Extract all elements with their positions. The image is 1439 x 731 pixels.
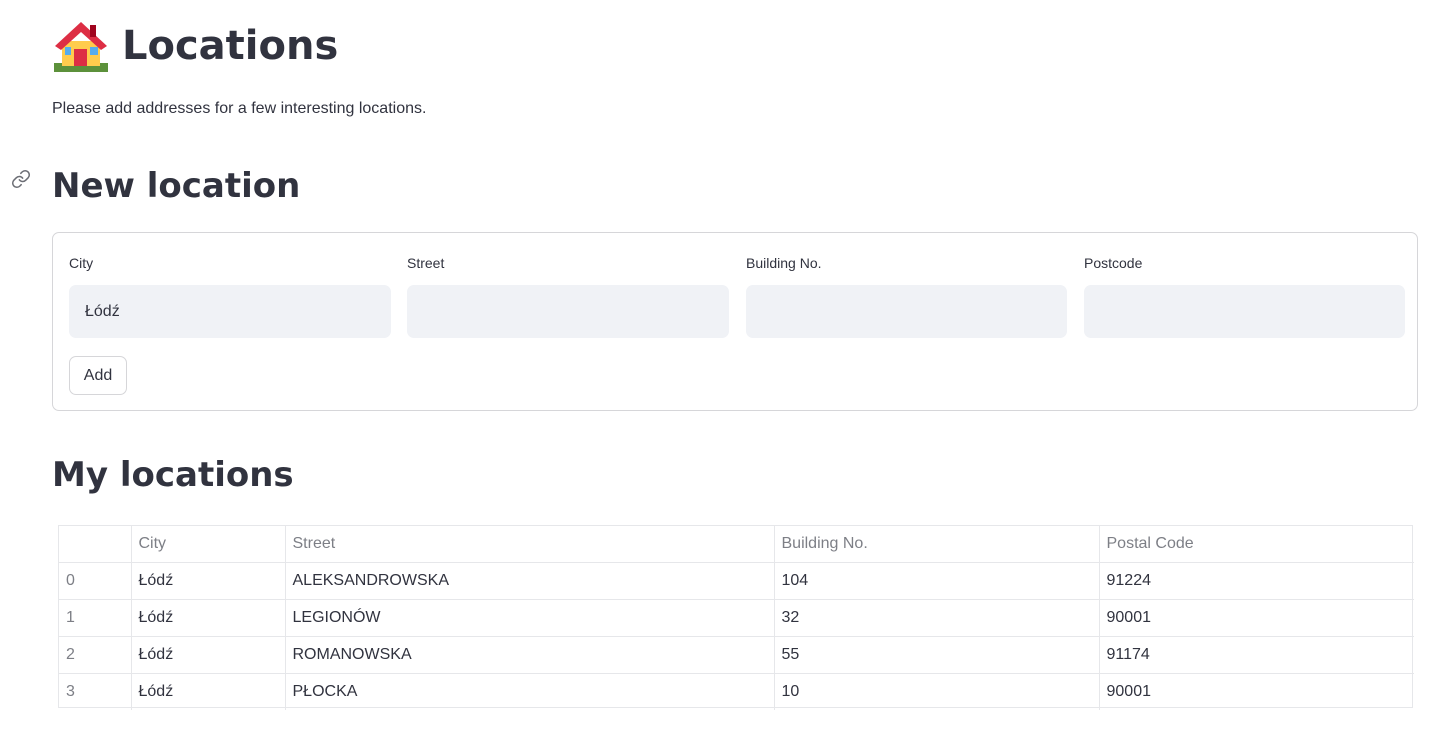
street-field: Street [407,253,729,338]
postcode-field: Postcode [1084,253,1405,338]
intro-text: Please add addresses for a few interesti… [52,100,427,117]
city-cell[interactable]: Łódź [131,636,286,674]
building-cell[interactable]: 10 [774,673,1100,710]
row-index: 0 [59,562,132,600]
house-icon [52,19,110,73]
my-locations-heading: My locations [52,455,294,495]
city-cell[interactable]: Łódź [131,673,286,710]
city-cell[interactable]: Łódź [131,562,286,600]
street-input[interactable] [407,285,729,338]
page-title-text: Locations [122,23,339,69]
city-cell[interactable]: Łódź [131,599,286,637]
row-index: 1 [59,599,132,637]
new-location-form: City Street Building No. Postcode Add [52,232,1418,411]
building-label: Building No. [746,255,822,271]
postal-code-cell[interactable]: 90001 [1099,599,1414,637]
street-cell[interactable]: PŁOCKA [285,673,775,710]
postcode-label: Postcode [1084,255,1143,271]
building-cell[interactable]: 55 [774,636,1100,674]
postcode-input[interactable] [1084,285,1405,338]
table-row: 1 Łódź LEGIONÓW 32 90001 [59,599,1414,637]
add-button[interactable]: Add [69,356,127,395]
locations-table[interactable]: City Street Building No. Postal Code 0 Ł… [58,525,1414,711]
street-cell[interactable]: ROMANOWSKA [285,636,775,674]
page-title: Locations [52,14,338,78]
building-header[interactable]: Building No. [774,526,1100,563]
street-label: Street [407,255,445,271]
city-field: City [69,253,391,338]
row-index: 3 [59,673,132,710]
street-cell[interactable]: LEGIONÓW [285,599,775,637]
row-index: 2 [59,636,132,674]
index-header [59,526,132,563]
building-cell[interactable]: 32 [774,599,1100,637]
building-field: Building No. [746,253,1067,338]
city-label: City [69,255,94,271]
link-icon[interactable] [11,169,31,189]
street-cell[interactable]: ALEKSANDROWSKA [285,562,775,600]
new-location-heading: New location [52,166,301,206]
postal-code-cell[interactable]: 91174 [1099,636,1414,674]
street-header[interactable]: Street [285,526,775,563]
postal-code-cell[interactable]: 90001 [1099,674,1414,711]
city-input[interactable] [69,285,391,338]
city-header[interactable]: City [131,526,286,563]
table-row: 3 Łódź PŁOCKA 10 90001 [59,673,1414,711]
table-header-row: City Street Building No. Postal Code [59,526,1414,563]
building-input[interactable] [746,285,1067,338]
postal-code-cell[interactable]: 91224 [1099,562,1414,600]
building-cell[interactable]: 104 [774,562,1100,600]
table-row: 0 Łódź ALEKSANDROWSKA 104 91224 [59,562,1414,600]
postal-code-header[interactable]: Postal Code [1099,526,1414,563]
table-row: 2 Łódź ROMANOWSKA 55 91174 [59,636,1414,674]
